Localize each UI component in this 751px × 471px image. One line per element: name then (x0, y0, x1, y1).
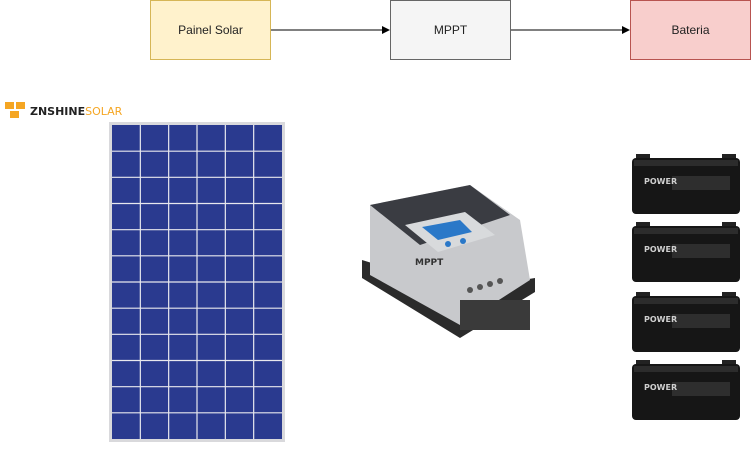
battery-image: POWER (632, 292, 740, 352)
battery-brand-label: POWER (644, 245, 677, 254)
mppt-device-label: MPPT (415, 258, 444, 268)
solar-panel-image (109, 122, 285, 442)
mppt-controller-image: MPPT (362, 185, 535, 338)
battery-brand-label: POWER (644, 383, 677, 392)
logo-text-main: ZNSHINE (30, 104, 86, 118)
battery-brand-label: POWER (644, 177, 677, 186)
battery-image: POWER (632, 154, 740, 214)
battery-brand-label: POWER (644, 315, 677, 324)
battery-image: POWER (632, 222, 740, 282)
znshine-logo-icon (5, 102, 25, 118)
flow-arrows (271, 26, 630, 34)
battery-image: POWER (632, 360, 740, 420)
logo-text: ZNSHINESOLAR (30, 105, 122, 118)
znshine-logo: ZNSHINESOLAR (4, 101, 122, 121)
logo-text-accent: SOLAR (85, 104, 123, 118)
